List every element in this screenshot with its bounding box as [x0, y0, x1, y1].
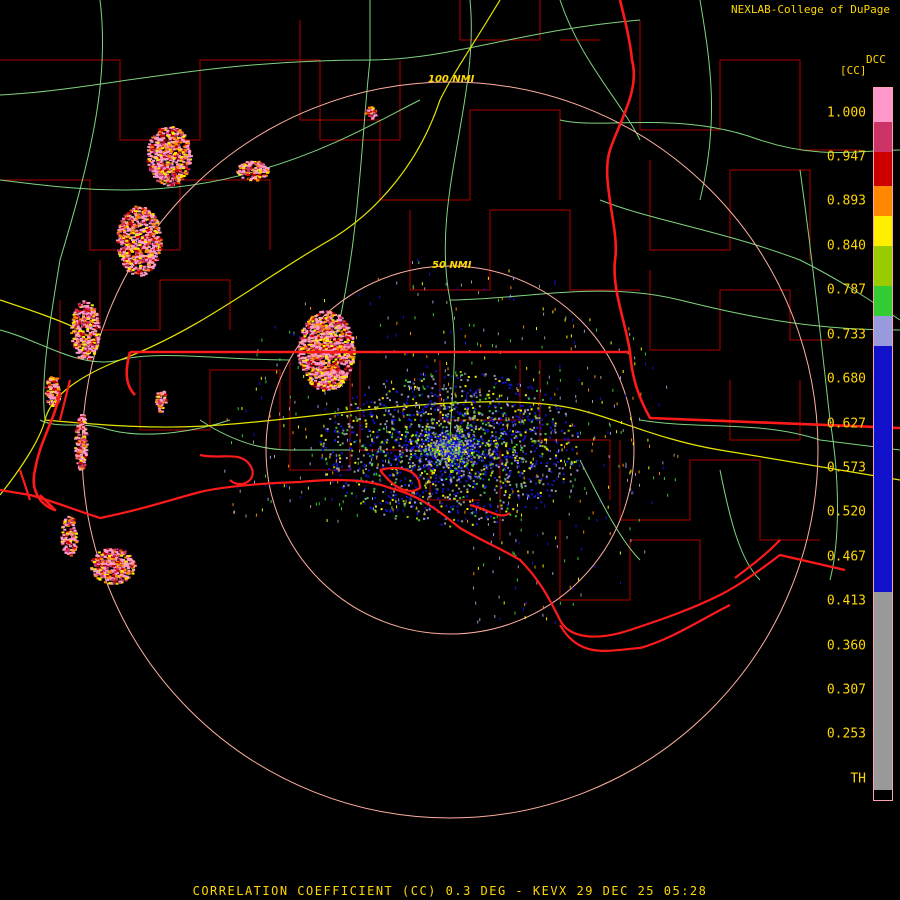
- scale-label-0360: 0.360: [826, 638, 866, 654]
- scale-swatch-orange: [874, 186, 892, 216]
- range-ring-50-label: 50 NMI: [432, 260, 472, 271]
- scale-swatch-blue: [874, 346, 892, 592]
- scale-label-0627: 0.627: [826, 416, 866, 432]
- color-scale-bar: [873, 87, 893, 801]
- scale-swatch-red: [874, 152, 892, 186]
- product-caption: CORRELATION COEFFICIENT (CC) 0.3 DEG - K…: [192, 884, 708, 898]
- scale-label-0573: 0.573: [826, 460, 866, 476]
- scale-label-0413: 0.413: [826, 593, 866, 609]
- scale-swatch-lavender: [874, 316, 892, 346]
- colorbar-units: [CC]: [840, 64, 867, 77]
- scale-label-0520: 0.520: [826, 504, 866, 520]
- range-ring-100-label: 100 NMI: [428, 74, 475, 85]
- credit-label: NEXLAB-College of DuPage: [731, 3, 890, 16]
- scale-swatch-yellow: [874, 216, 892, 246]
- scale-swatch-gray: [874, 592, 892, 790]
- scale-swatch-pink: [874, 88, 892, 122]
- scale-swatch-lime: [874, 246, 892, 286]
- scale-label-0307: 0.307: [826, 682, 866, 698]
- scale-label-0893: 0.893: [826, 193, 866, 209]
- scale-label-0840: 0.840: [826, 238, 866, 254]
- scale-label-0947: 0.947: [826, 149, 866, 165]
- product-code: DCC: [866, 53, 886, 66]
- scale-label-1000: 1.000: [826, 105, 866, 121]
- scale-swatch-green: [874, 286, 892, 316]
- scale-label-0253: 0.253: [826, 726, 866, 742]
- scale-label-0680: 0.680: [826, 371, 866, 387]
- scale-swatch-magenta: [874, 122, 892, 152]
- scale-label-0787: 0.787: [826, 282, 866, 298]
- scale-label-th: TH: [850, 771, 866, 787]
- radar-map: 50 NMI 100 NMI: [0, 0, 900, 819]
- scale-swatch-black: [874, 790, 892, 800]
- scale-label-0733: 0.733: [826, 327, 866, 343]
- scale-label-0467: 0.467: [826, 549, 866, 565]
